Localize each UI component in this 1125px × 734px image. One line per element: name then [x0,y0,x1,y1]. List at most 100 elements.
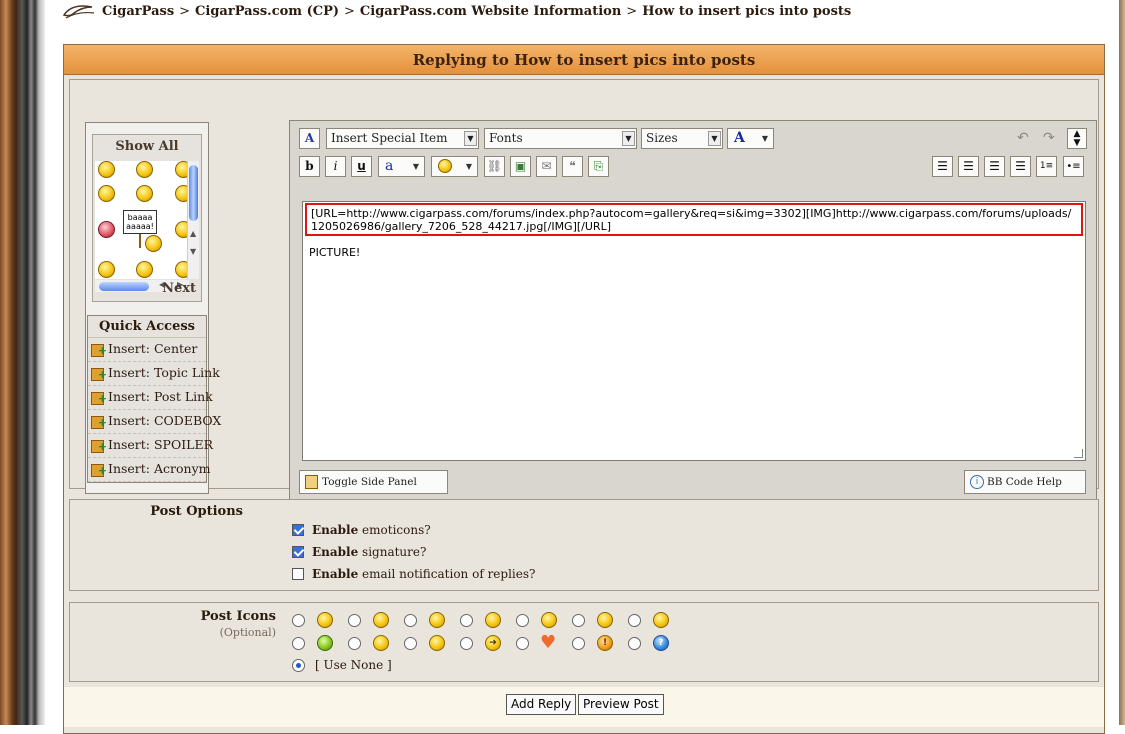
resize-editor-icon[interactable]: ▲ ▼ [1067,128,1087,149]
quick-access-item-codebox[interactable]: Insert: CODEBOX [88,410,221,434]
quick-access-item-topic-link[interactable]: Insert: Topic Link [88,362,220,386]
preview-post-button[interactable]: Preview Post [578,694,664,715]
breadcrumb-link-cigarpass[interactable]: CigarPass [102,4,174,19]
form-footer: Add Reply Preview Post [64,687,1104,727]
post-icon-radio[interactable] [348,637,361,650]
use-none-radio[interactable] [292,659,305,672]
insert-code-icon[interactable]: ⎘ [588,156,609,177]
chevron-down-icon: ▼ [465,162,472,171]
insert-email-icon[interactable]: ✉ [536,156,557,177]
cool-icon [429,635,445,651]
bold-button[interactable]: b [299,156,320,177]
smile-icon [317,612,333,628]
remove-format-icon[interactable]: A [299,128,320,149]
emoticon-sign-holder-icon [145,235,162,252]
breadcrumb-separator: > [626,3,638,19]
button-label: Toggle Side Panel [322,476,417,488]
emoticon-vertical-scrollbar[interactable]: ▲ ▼ [187,161,199,279]
quick-access-item-acronym[interactable]: Insert: Acronym [88,458,210,482]
resize-grip-icon[interactable] [1074,449,1083,458]
scroll-up-icon[interactable]: ▲ [190,229,196,238]
undo-icon[interactable]: ↶ [1017,130,1029,146]
chevron-down-icon: ▼ [464,131,477,146]
toggle-side-panel-button[interactable]: Toggle Side Panel [299,470,448,494]
post-icon-radio[interactable] [628,637,641,650]
post-icon-radio[interactable] [460,614,473,627]
emoticon-grin-icon[interactable] [98,185,115,202]
quick-access-item-center[interactable]: Insert: Center [88,338,206,362]
fonts-select[interactable]: Fonts ▼ [484,128,637,149]
post-icon-radio[interactable] [460,637,473,650]
align-left-icon[interactable]: ☰ [932,156,953,177]
breadcrumb-link-topic[interactable]: How to insert pics into posts [642,4,851,19]
quick-access-item-spoiler[interactable]: Insert: SPOILER [88,434,213,458]
redo-icon[interactable]: ↷ [1043,130,1055,146]
emoticon-box: Show All baaaa aaaaa! ▲ ▼ ◀ ▶ Next [92,134,202,302]
emoticon-smile-icon[interactable] [98,161,115,178]
email-notification-checkbox[interactable] [292,568,304,580]
breadcrumb-link-forum[interactable]: CigarPass.com (CP) [195,4,339,19]
bullet-list-icon[interactable]: •≡ [1063,156,1084,177]
chevron-down-icon: ▼ [622,131,635,146]
underline-button[interactable]: u [351,156,372,177]
option-signature[interactable]: Enable signature? [292,544,532,560]
next-link[interactable]: Next [162,281,196,296]
post-body-textarea[interactable]: [URL=http://www.cigarpass.com/forums/ind… [302,201,1086,461]
post-icon-radio[interactable] [348,614,361,627]
text-style-picker[interactable]: a ▼ [378,156,425,177]
signature-checkbox[interactable] [292,546,304,558]
post-icon-radio[interactable] [572,637,585,650]
quick-access-title: Quick Access [88,316,206,338]
post-icon-radio[interactable] [292,614,305,627]
post-icon-radio[interactable] [628,614,641,627]
option-emoticons[interactable]: Enable emoticons? [292,522,532,538]
confused-icon [373,635,389,651]
emoticon-cool-icon[interactable] [136,161,153,178]
post-icon-radio[interactable] [516,614,529,627]
post-options-label: Post Options [150,504,243,519]
numbered-list-icon[interactable]: 1≡ [1036,156,1057,177]
option-email-notification[interactable]: Enable email notification of replies? [292,566,592,582]
use-none-label: [ Use None ] [315,658,392,672]
emoticon-sign-icon[interactable]: baaaa aaaaa! [123,210,157,234]
post-icon-radio[interactable] [572,614,585,627]
show-all-link[interactable]: Show All [93,139,201,157]
quick-access-label: Insert: Topic Link [108,365,220,380]
side-panel: Show All baaaa aaaaa! ▲ ▼ ◀ ▶ Next Quick… [85,122,221,494]
align-right-icon[interactable]: ☰ [984,156,1005,177]
editor-section: Show All baaaa aaaaa! ▲ ▼ ◀ ▶ Next Quick… [69,79,1099,500]
special-item-select[interactable]: Insert Special Item ▼ [326,128,479,149]
italic-button[interactable]: i [325,156,346,177]
scrollbar-thumb[interactable] [189,165,198,221]
post-icons-panel: Post Icons (Optional) ➔ ♥ ! ? [ Use None… [69,602,1099,682]
insert-link-icon[interactable]: ⛓ [484,156,505,177]
side-panel-icon [305,475,318,489]
emoticon-confused-icon[interactable] [136,185,153,202]
add-reply-button[interactable]: Add Reply [506,694,577,715]
emoticon-picker[interactable]: ▼ [431,156,478,177]
insert-icon [91,412,107,434]
bb-code-help-button[interactable]: i BB Code Help [964,470,1086,494]
url-code-highlight: [URL=http://www.cigarpass.com/forums/ind… [305,203,1083,236]
emoticon-partial-icon[interactable] [136,261,153,278]
post-icon-radio[interactable] [404,637,417,650]
scrollbar-thumb[interactable] [99,282,149,291]
font-color-picker[interactable]: A ▼ [727,128,774,149]
post-icon-radio[interactable] [516,637,529,650]
scroll-down-icon[interactable]: ▼ [190,247,196,256]
chevron-down-icon: ▼ [708,131,721,146]
insert-quote-icon[interactable]: ❝ [562,156,583,177]
emoticon-partial-icon[interactable] [98,261,115,278]
sizes-select[interactable]: Sizes ▼ [641,128,723,149]
align-center-icon[interactable]: ☰ [958,156,979,177]
insert-image-icon[interactable]: ▣ [510,156,531,177]
post-icon-radio[interactable] [404,614,417,627]
quick-access-label: Insert: Post Link [108,389,213,404]
quick-access-item-post-link[interactable]: Insert: Post Link [88,386,213,410]
option-text: signature? [358,545,427,559]
post-icon-radio[interactable] [292,637,305,650]
emoticons-checkbox[interactable] [292,524,304,536]
align-justify-icon[interactable]: ☰ [1010,156,1031,177]
emoticon-love-icon[interactable] [98,221,115,238]
breadcrumb-link-subforum[interactable]: CigarPass.com Website Information [360,4,621,19]
